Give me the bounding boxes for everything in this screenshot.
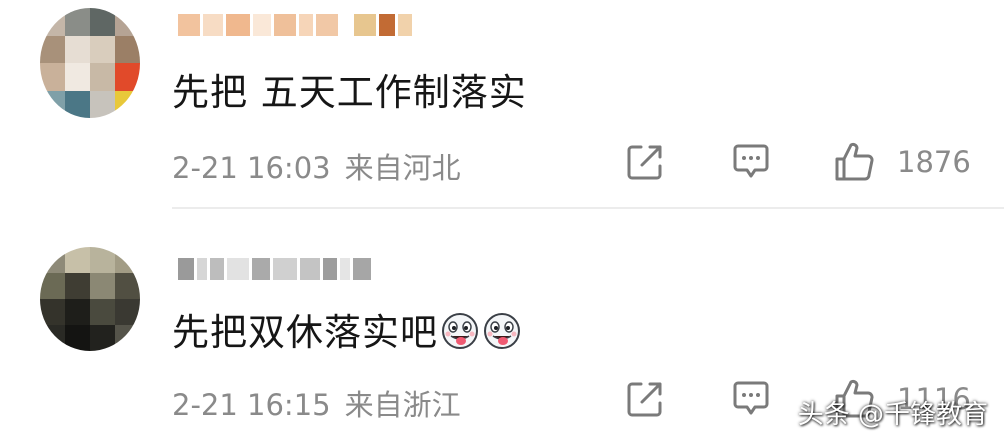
like-button[interactable] — [833, 141, 875, 183]
avatar[interactable] — [40, 247, 140, 351]
username-blurred[interactable] — [178, 4, 412, 46]
share-button[interactable] — [624, 141, 666, 183]
reply-icon — [733, 381, 769, 415]
tongue-out-face-emoji — [484, 313, 520, 349]
reply-button[interactable] — [730, 141, 772, 183]
watermark: 头条 @千锋教育 — [797, 400, 988, 430]
share-button[interactable] — [624, 378, 666, 420]
comment-meta: 2-21 16:03 来自河北 — [172, 145, 461, 187]
username-blurred[interactable] — [178, 248, 371, 290]
comment-date: 2-21 16:15 — [172, 388, 331, 422]
comment-divider — [172, 207, 1004, 209]
comment-location: 来自河北 — [344, 151, 461, 185]
avatar[interactable] — [40, 8, 140, 118]
like-count: 1876 — [897, 145, 971, 179]
tongue-out-face-emoji — [442, 313, 478, 349]
comment-meta: 2-21 16:15 来自浙江 — [172, 382, 461, 424]
share-icon — [627, 382, 662, 417]
comment-text: 先把双休落实吧 — [172, 302, 522, 356]
comment-text-content: 先把双休落实吧 — [172, 311, 438, 354]
share-icon — [627, 145, 662, 180]
thumbs-up-icon — [835, 142, 874, 181]
reply-button[interactable] — [730, 378, 772, 420]
reply-icon — [733, 144, 769, 178]
comment-item: 先把 五天工作制落实 2-21 16:03 来自河北 1876 — [0, 0, 1004, 206]
comment-date: 2-21 16:03 — [172, 151, 331, 185]
comment-text: 先把 五天工作制落实 — [172, 71, 527, 114]
comment-location: 来自浙江 — [344, 388, 461, 422]
